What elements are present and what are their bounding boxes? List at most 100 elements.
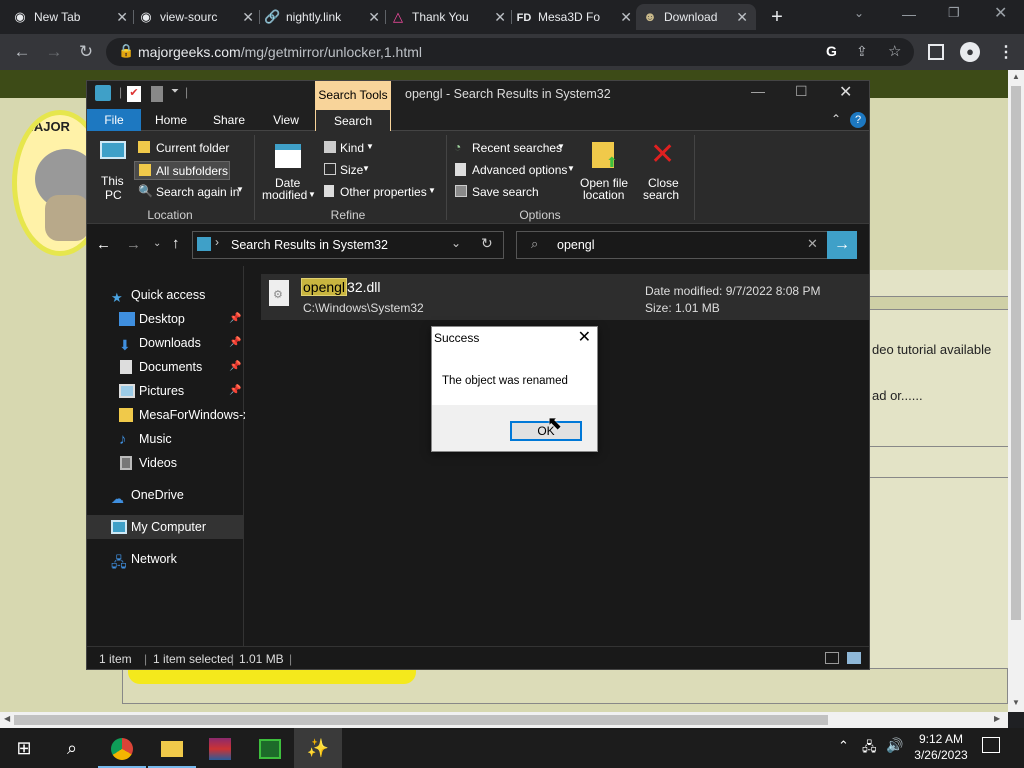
minimize-explorer-button[interactable]: —	[751, 83, 765, 99]
ribbon-tab-file[interactable]: File	[87, 109, 141, 131]
close-tab-icon[interactable]: ✕	[368, 4, 380, 30]
nav-item-onedrive[interactable]: ☁ OneDrive	[87, 483, 243, 507]
forward-icon[interactable]: →	[42, 40, 66, 64]
date-modified-button[interactable]: Date modified ▼	[258, 138, 318, 204]
close-explorer-button[interactable]: ✕	[839, 82, 852, 102]
scroll-left-arrow-icon[interactable]: ◀	[4, 714, 10, 723]
close-tab-icon[interactable]: ✕	[494, 4, 506, 30]
kind-button[interactable]: Kind ▼	[322, 139, 378, 157]
new-folder-icon[interactable]	[151, 86, 163, 102]
nav-item-music[interactable]: ♪ Music	[87, 427, 243, 451]
pin-icon[interactable]: 📌	[229, 355, 241, 379]
clock[interactable]: 9:12 AM 3/26/2023	[914, 732, 968, 762]
nav-item-my-computer[interactable]: My Computer	[87, 515, 243, 539]
tab-thank-you[interactable]: △ Thank You ✕	[390, 4, 508, 30]
scroll-down-arrow-icon[interactable]: ▼	[1012, 698, 1020, 707]
nav-item-videos[interactable]: Videos	[87, 451, 243, 475]
terminal-taskbar-icon[interactable]	[246, 728, 294, 768]
nav-item-desktop[interactable]: Desktop 📌	[87, 307, 243, 331]
current-folder-button[interactable]: Current folder	[134, 139, 234, 157]
share-icon[interactable]: ⇪	[856, 43, 868, 60]
this-pc-button[interactable]: This PC	[97, 138, 129, 208]
path-dropdown-chevron-icon[interactable]: ⌄	[451, 236, 461, 250]
close-tab-icon[interactable]: ✕	[620, 4, 632, 30]
maximize-explorer-button[interactable]: ☐	[795, 83, 808, 100]
recent-locations-chevron-icon[interactable]: ⌄	[153, 238, 161, 249]
nav-item-documents[interactable]: Documents 📌	[87, 355, 243, 379]
tab-new-tab[interactable]: ◉ New Tab ✕	[12, 4, 130, 30]
forward-arrow-icon[interactable]: →	[126, 236, 141, 253]
search-result-item[interactable]: ⚙ opengl 32.dll C:\Windows\System32 Date …	[261, 274, 869, 320]
size-button[interactable]: Size ▼	[322, 161, 378, 179]
save-search-button[interactable]: Save search	[452, 183, 542, 201]
advanced-options-button[interactable]: Advanced options ▼	[452, 161, 576, 179]
network-tray-icon[interactable]: 🖧	[862, 738, 877, 760]
reload-icon[interactable]: ↻	[74, 40, 98, 64]
browser-menu-icon[interactable]: ⋮	[998, 42, 1014, 62]
ribbon-tab-home[interactable]: Home	[143, 109, 199, 131]
search-go-arrow-icon[interactable]: →	[827, 231, 857, 259]
file-explorer-taskbar-icon[interactable]	[148, 728, 196, 768]
close-tab-icon[interactable]: ✕	[736, 4, 748, 30]
nav-item-quick-access[interactable]: ★ Quick access	[87, 283, 243, 307]
ribbon-tab-view[interactable]: View	[258, 109, 314, 131]
page-horizontal-scroll-thumb[interactable]	[14, 715, 828, 725]
chrome-taskbar-icon[interactable]	[98, 728, 146, 768]
tab-search-chevron-icon[interactable]: ⌄	[854, 6, 864, 20]
lock-icon[interactable]: 🔒	[118, 43, 134, 59]
close-tab-icon[interactable]: ✕	[116, 4, 128, 30]
pin-icon[interactable]: 📌	[229, 379, 241, 403]
page-vertical-scroll-thumb[interactable]	[1011, 86, 1021, 620]
notifications-icon[interactable]	[982, 737, 1000, 753]
recent-searches-button[interactable]: ◔ Recent searches ▼	[452, 139, 568, 157]
winrar-taskbar-icon[interactable]	[196, 728, 244, 768]
back-icon[interactable]: ←	[10, 40, 34, 64]
restore-browser-button[interactable]: ❐	[948, 5, 960, 21]
windows-start-icon[interactable]: ⊞	[0, 728, 48, 768]
all-subfolders-button[interactable]: All subfolders	[134, 161, 230, 180]
magic-wand-taskbar-icon[interactable]: ✨	[294, 728, 342, 768]
ok-button[interactable]: OK	[510, 421, 582, 441]
open-file-location-button[interactable]: ⬆ Open file location	[576, 138, 632, 204]
details-view-icon[interactable]	[825, 652, 839, 664]
scroll-right-arrow-icon[interactable]: ▶	[994, 714, 1000, 723]
refresh-icon[interactable]: ↻	[481, 235, 493, 252]
tab-nightly-link[interactable]: 🔗 nightly.link ✕	[264, 4, 382, 30]
other-properties-button[interactable]: Other properties ▼	[322, 183, 440, 201]
dialog-close-icon[interactable]: ✕	[578, 327, 591, 347]
tab-mesa3d[interactable]: FD Mesa3D Fo ✕	[516, 4, 634, 30]
help-icon[interactable]: ?	[850, 112, 866, 128]
address-bar[interactable]: 🔒 majorgeeks.com/mg/getmirror/unlocker,1…	[106, 38, 914, 66]
volume-icon[interactable]: 🔊	[886, 737, 903, 754]
ribbon-tab-share[interactable]: Share	[201, 109, 257, 131]
google-lens-icon[interactable]: G	[826, 43, 837, 59]
minimize-browser-button[interactable]: —	[902, 6, 916, 22]
nav-item-network[interactable]: 🖧 Network	[87, 547, 243, 571]
tab-view-source[interactable]: ◉ view-sourc ✕	[138, 4, 256, 30]
new-tab-button[interactable]: +	[766, 6, 788, 28]
bookmark-star-icon[interactable]: ☆	[888, 42, 901, 60]
collapse-ribbon-chevron-icon[interactable]: ⌃	[831, 112, 841, 126]
download-button-fragment[interactable]	[128, 670, 416, 684]
close-tab-icon[interactable]: ✕	[242, 4, 254, 30]
profile-avatar-icon[interactable]: ●	[960, 42, 980, 62]
back-arrow-icon[interactable]: ←	[96, 236, 111, 253]
search-again-in-button[interactable]: 🔍 Search again in ▼	[134, 183, 246, 201]
scroll-up-arrow-icon[interactable]: ▲	[1012, 72, 1020, 81]
large-icons-view-icon[interactable]	[847, 652, 861, 664]
properties-icon[interactable]: ✔	[127, 86, 141, 102]
search-input[interactable]: ⌕ opengl ✕	[516, 231, 828, 259]
up-arrow-icon[interactable]: ↑	[172, 235, 180, 252]
customize-qat-icon[interactable]: ⏷	[171, 86, 179, 97]
tab-download[interactable]: ☻ Download ✕	[636, 4, 756, 30]
ribbon-tab-search[interactable]: Search	[315, 109, 391, 131]
nav-item-downloads[interactable]: ⬇ Downloads 📌	[87, 331, 243, 355]
nav-item-pictures[interactable]: Pictures 📌	[87, 379, 243, 403]
show-hidden-icons-chevron-icon[interactable]: ⌃	[838, 738, 849, 754]
address-path-box[interactable]: › Search Results in System32 ⌄ ↻	[192, 231, 504, 259]
taskbar-search-icon[interactable]: ⌕	[48, 728, 96, 768]
pin-icon[interactable]: 📌	[229, 331, 241, 355]
nav-item-mesaforwindows[interactable]: MesaForWindows-x	[87, 403, 249, 427]
close-browser-button[interactable]: ✕	[994, 3, 1007, 23]
pin-icon[interactable]: 📌	[229, 307, 241, 331]
